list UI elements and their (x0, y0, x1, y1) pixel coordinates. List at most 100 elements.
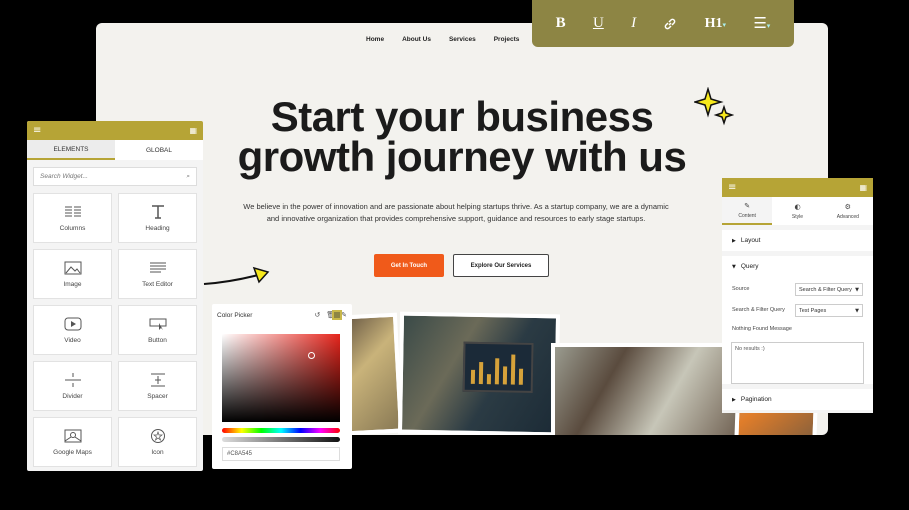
heading-icon (151, 204, 164, 219)
elements-panel-header: ≡ ▦ (27, 121, 203, 140)
reset-icon[interactable]: ↺ (314, 311, 320, 319)
color-picker-title: Color Picker (217, 311, 253, 319)
spacer-icon (150, 373, 165, 386)
nav-services[interactable]: Services (449, 36, 476, 43)
widget-label: Button (148, 336, 167, 344)
widget-text-editor[interactable]: Text Editor (118, 249, 197, 299)
nothing-found-label: Nothing Found Message (732, 326, 792, 332)
caret-right-icon: ▶ (732, 237, 736, 244)
hero-subtitle-line1: We believe in the power of innovation an… (243, 202, 669, 211)
hamburger-icon[interactable]: ≡ (728, 182, 736, 193)
widget-image[interactable]: Image (33, 249, 112, 299)
get-in-touch-button[interactable]: Get In Touch (374, 254, 444, 277)
site-nav: Home About Us Services Projects (366, 36, 519, 43)
divider-icon (64, 372, 81, 387)
grid-icon[interactable]: ▦ (189, 126, 197, 135)
bold-button[interactable]: B (556, 15, 566, 32)
section-layout[interactable]: ▶ Layout (722, 230, 873, 251)
section-label: Query (740, 263, 759, 270)
italic-button[interactable]: I (631, 15, 636, 32)
widget-label: Icon (151, 448, 164, 456)
tab-content[interactable]: ✎ Content (722, 197, 773, 225)
hue-slider[interactable] (222, 428, 340, 433)
caret-right-icon: ▶ (732, 396, 736, 403)
nav-about[interactable]: About Us (402, 36, 431, 43)
elements-panel: ≡ ▦ ELEMENTS GLOBAL Search Widget... ⌕ C… (27, 121, 203, 471)
elements-tabs: ELEMENTS GLOBAL (27, 140, 203, 160)
chevron-down-icon: ▾ (722, 21, 727, 29)
settings-tabs: ✎ Content ◐ Style ⚙ Advanced (722, 197, 873, 225)
sfq-select[interactable]: Test Pages ▼ (795, 304, 863, 317)
color-picker-panel: Color Picker ↺ 🗑 ✎ #C8A545 (212, 304, 352, 469)
hamburger-icon[interactable]: ≡ (33, 125, 41, 136)
image-icon (64, 261, 81, 274)
source-label: Source (732, 286, 750, 292)
button-icon (149, 318, 166, 330)
chevron-down-icon: ▾ (766, 22, 771, 30)
tab-global[interactable]: GLOBAL (115, 140, 203, 160)
underline-button[interactable]: U (593, 15, 604, 32)
video-icon (64, 317, 81, 330)
map-icon (64, 429, 81, 442)
hex-input[interactable]: #C8A545 (222, 447, 340, 461)
eyedropper-icon[interactable]: ✎ (341, 311, 347, 319)
monitor-chart (462, 341, 534, 393)
tab-elements[interactable]: ELEMENTS (27, 140, 115, 160)
chevron-down-icon: ▼ (855, 307, 859, 314)
source-select[interactable]: Search & Filter Query ▼ (795, 283, 863, 296)
photo-team-laptop (551, 343, 741, 435)
color-handle[interactable] (308, 352, 315, 359)
tab-advanced[interactable]: ⚙ Advanced (823, 197, 873, 225)
text-editor-icon (149, 262, 166, 272)
widget-video[interactable]: Video (33, 305, 112, 355)
settings-panel-header: ≡ ▦ (722, 178, 873, 197)
widget-button[interactable]: Button (118, 305, 197, 355)
nothing-found-textarea[interactable]: No results :) (731, 342, 864, 384)
section-query: ▼ Query Source Search & Filter Query ▼ S… (722, 256, 873, 384)
widget-label: Google Maps (53, 448, 92, 456)
arrow-icon (203, 266, 270, 285)
widget-google-maps[interactable]: Google Maps (33, 417, 112, 467)
widget-label: Heading (145, 224, 170, 232)
widget-search-input[interactable]: Search Widget... ⌕ (33, 167, 197, 186)
widget-columns[interactable]: Columns (33, 193, 112, 243)
widget-icon[interactable]: Icon (118, 417, 197, 467)
widget-spacer[interactable]: Spacer (118, 361, 197, 411)
settings-panel: ≡ ▦ ✎ Content ◐ Style ⚙ Advanced ▶ Layout ▼… (722, 178, 873, 413)
link-icon[interactable] (663, 17, 677, 31)
widget-label: Columns (59, 224, 86, 232)
nav-projects[interactable]: Projects (494, 36, 520, 43)
text-format-toolbar: B U I H1▾ ☰▾ (532, 0, 794, 47)
pencil-icon: ✎ (744, 201, 751, 210)
search-placeholder: Search Widget... (40, 173, 88, 180)
saturation-area[interactable] (222, 334, 340, 422)
photo-analyst-screen (397, 311, 561, 435)
section-pagination[interactable]: ▶ Pagination (722, 389, 873, 410)
swatch-icon[interactable] (332, 310, 342, 320)
columns-icon (64, 206, 81, 216)
select-value: Test Pages (799, 307, 827, 314)
alpha-slider[interactable] (222, 437, 340, 442)
website-canvas: Home About Us Services Projects Start yo… (96, 23, 828, 435)
contrast-icon: ◐ (794, 202, 801, 211)
widget-grid: Columns Heading Image Text Editor Video … (27, 193, 203, 467)
list-button[interactable]: ☰▾ (753, 14, 770, 33)
query-header[interactable]: ▼ Query (732, 263, 863, 270)
explore-services-button[interactable]: Explore Our Services (453, 254, 549, 277)
widget-heading[interactable]: Heading (118, 193, 197, 243)
heading-button[interactable]: H1▾ (705, 15, 726, 32)
sparkle-icon (694, 87, 734, 126)
hero-subtitle-line2: and innovative organization that provide… (266, 214, 646, 223)
widget-label: Image (63, 280, 82, 288)
nav-home[interactable]: Home (366, 36, 384, 43)
tab-label: Style (791, 213, 804, 220)
gear-icon: ⚙ (844, 202, 851, 211)
tab-style[interactable]: ◐ Style (772, 197, 822, 225)
widget-label: Divider (62, 392, 83, 400)
section-label: Pagination (740, 396, 772, 403)
section-label: Layout (740, 237, 761, 244)
widget-divider[interactable]: Divider (33, 361, 112, 411)
widget-label: Video (64, 336, 81, 344)
hero-title-line2: growth journey with us (237, 133, 687, 180)
grid-icon[interactable]: ▦ (859, 183, 867, 192)
